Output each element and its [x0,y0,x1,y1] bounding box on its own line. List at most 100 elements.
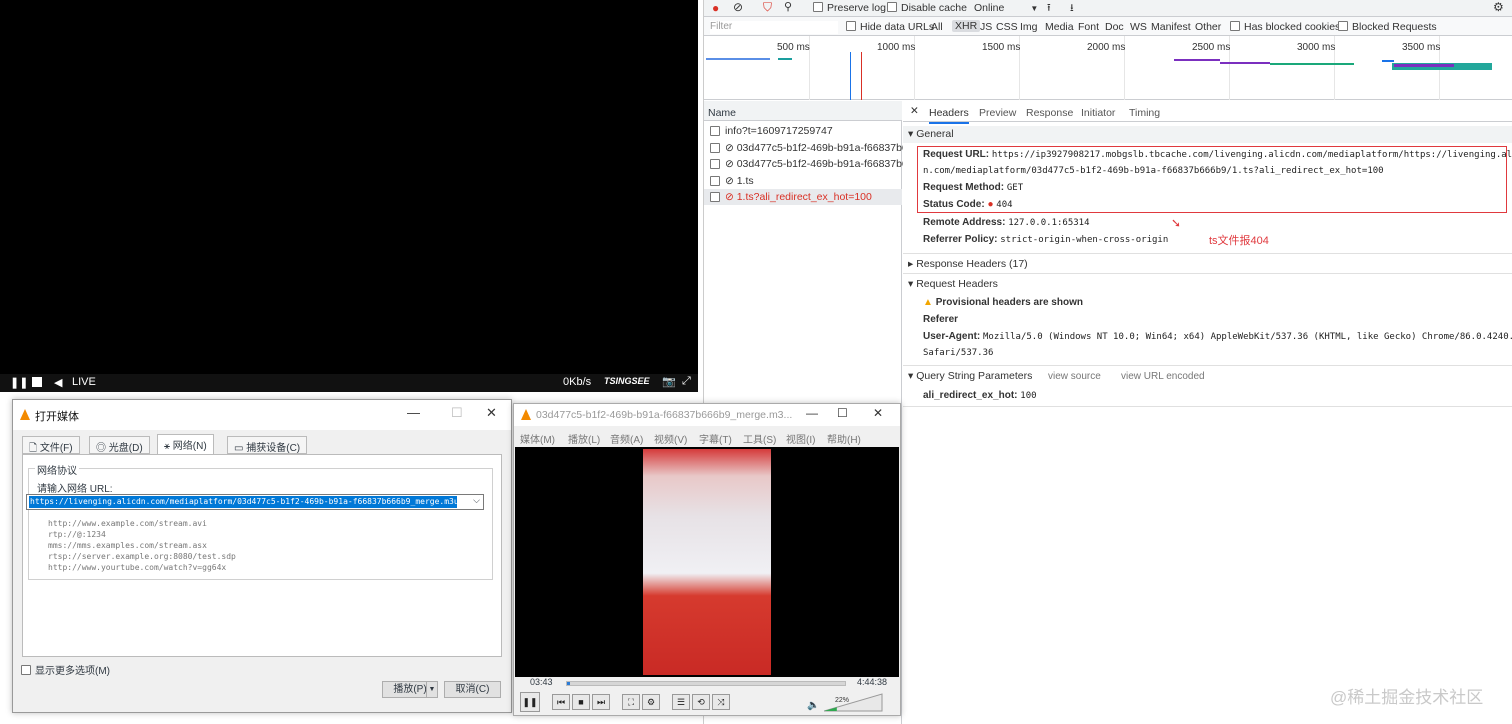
loop-button[interactable]: ⟲ [692,694,710,710]
type-doc[interactable]: Doc [1105,21,1124,33]
has-blocked-cookies-checkbox[interactable]: Has blocked cookies [1230,21,1340,33]
playlist-button[interactable]: ☰ [672,694,690,710]
menu-audio[interactable]: 音频(A) [610,431,643,446]
menu-video[interactable]: 视频(V) [654,431,687,446]
request-row[interactable]: ⊘ 03d477c5-b1f2-469b-b91a-f66837b6... [710,140,917,156]
throttle-select[interactable]: Online ▼ [974,2,1038,14]
menu-media[interactable]: 媒体(M) [520,431,555,446]
tab-capture[interactable]: ▭ 捕获设备(C) [227,436,308,454]
query-param-row: ali_redirect_ex_hot: 100 [923,390,1037,401]
tab-initiator[interactable]: Initiator [1081,107,1115,119]
name-column-header[interactable]: Name [704,101,902,121]
timeline-tick-label: 1000 ms [877,42,916,53]
maximize-icon[interactable]: ☐ [837,406,848,420]
blocked-requests-checkbox[interactable]: Blocked Requests [1338,21,1437,33]
video-player[interactable] [0,0,698,392]
settings-gear-icon[interactable]: ⚙ [1493,0,1504,14]
filter-input[interactable]: Filter [710,21,838,34]
request-row[interactable]: ⊘ 1.ts [710,173,754,189]
tab-file[interactable]: 🗋 文件(F) [22,436,80,454]
speaker-icon[interactable]: 🔈 [807,700,819,711]
request-headers-section[interactable]: ▾ Request Headers [903,276,1512,292]
record-icon[interactable]: ● [712,1,719,15]
network-icon: ⚹ [164,441,170,452]
type-ws[interactable]: WS [1130,21,1147,33]
export-icon[interactable]: ⭳ [1070,0,1074,18]
example-url: http://www.example.com/stream.avi [48,519,207,528]
shuffle-button[interactable]: ⤨ [712,694,730,710]
network-url-input[interactable]: https://livenging.alicdn.com/mediaplatfo… [26,494,484,510]
type-other[interactable]: Other [1195,21,1221,33]
previous-button[interactable]: ⏮ [552,694,570,710]
tab-headers[interactable]: Headers [929,107,969,124]
tab-response[interactable]: Response [1026,107,1073,119]
stop-icon[interactable] [32,377,42,387]
fullscreen-icon[interactable]: ⤢ [682,375,691,388]
hide-data-urls-checkbox[interactable]: Hide data URLs [846,21,934,33]
request-row-selected[interactable]: ⊘ 1.ts?ali_redirect_ex_hot=100 [704,189,902,205]
disable-cache-checkbox[interactable]: Disable cache [887,2,967,14]
menu-tools[interactable]: 工具(S) [743,431,776,446]
chevron-down-icon[interactable]: ⌵ [473,495,480,506]
clear-icon[interactable]: ⊘ [733,0,743,14]
tab-preview[interactable]: Preview [979,107,1016,119]
request-row[interactable]: ⊘ 03d477c5-b1f2-469b-b91a-f66837b6... [710,156,917,172]
cancel-button[interactable]: 取消(C) [444,681,501,698]
request-name: info?t=1609717259747 [725,125,833,137]
stop-button[interactable]: ■ [572,694,590,710]
maximize-icon[interactable]: ☐ [451,405,463,421]
tab-disc[interactable]: ◎ 光盘(D) [89,436,150,454]
tab-network[interactable]: ⚹ 网络(N) [157,434,214,455]
minimize-icon[interactable]: — [806,406,818,420]
vlc-video-area[interactable] [515,447,899,677]
pause-button[interactable]: ❚❚ [520,692,540,712]
preserve-log-checkbox[interactable]: Preserve log [813,2,886,14]
close-icon[interactable]: ✕ [486,405,497,421]
vlc-cone-icon [521,409,531,423]
type-all[interactable]: All [931,21,943,33]
more-options-checkbox[interactable]: 显示更多选项(M) [21,662,110,677]
menu-help[interactable]: 帮助(H) [827,431,861,446]
type-img[interactable]: Img [1020,21,1038,33]
import-icon[interactable]: ⭱ [1047,0,1051,18]
capture-icon: ▭ [234,443,244,454]
extended-settings-button[interactable]: ⚙ [642,694,660,710]
error-dot-icon: ● [987,199,994,210]
menu-subtitle[interactable]: 字幕(T) [699,431,732,446]
response-headers-section[interactable]: ▸ Response Headers (17) [903,256,1512,272]
close-icon[interactable]: ✕ [910,105,919,117]
search-icon[interactable]: ⚲ [784,0,792,13]
menu-playback[interactable]: 播放(L) [568,431,600,446]
query-string-section[interactable]: ▾ Query String Parameters view source vi… [903,369,1512,385]
example-url: rtp://@:1234 [48,530,106,539]
view-source-link[interactable]: view source [1048,371,1101,382]
seek-bar[interactable] [566,681,846,686]
player-control-bar: ❚❚ ◀ LIVE 0Kb/s TSINGSEE 📷 ⤢ [0,374,698,392]
type-media[interactable]: Media [1045,21,1074,33]
general-section-header[interactable]: ▾ General [903,126,1512,143]
type-css[interactable]: CSS [996,21,1018,33]
group-title: 网络协议 [35,462,79,477]
provisional-warning: ▲ Provisional headers are shown [923,297,1083,308]
menu-view[interactable]: 视图(I) [786,431,815,446]
close-icon[interactable]: ✕ [873,406,883,420]
annotation-arrow-icon: ➘ [1171,216,1182,230]
type-xhr[interactable]: XHR [952,20,981,32]
type-manifest[interactable]: Manifest [1151,21,1191,33]
tab-timing[interactable]: Timing [1129,107,1160,119]
type-font[interactable]: Font [1078,21,1099,33]
pause-icon[interactable]: ❚❚ [10,376,28,389]
volume-icon[interactable]: ◀ [54,376,62,389]
next-button[interactable]: ⏭ [592,694,610,710]
play-button[interactable]: 播放(P) ▼ [382,681,438,698]
filter-icon[interactable]: ⛉ [763,0,772,15]
snapshot-icon[interactable]: 📷 [662,375,676,388]
minimize-icon[interactable]: — [407,405,420,420]
chevron-down-icon[interactable]: ▼ [426,682,437,697]
type-js[interactable]: JS [980,21,992,33]
volume-slider[interactable] [824,692,884,712]
fullscreen-button[interactable]: ⛶ [622,694,640,710]
timeline-overview[interactable]: 500 ms 1000 ms 1500 ms 2000 ms 2500 ms 3… [704,36,1512,100]
request-row[interactable]: info?t=1609717259747 [710,123,833,139]
view-url-encoded-link[interactable]: view URL encoded [1121,371,1205,382]
